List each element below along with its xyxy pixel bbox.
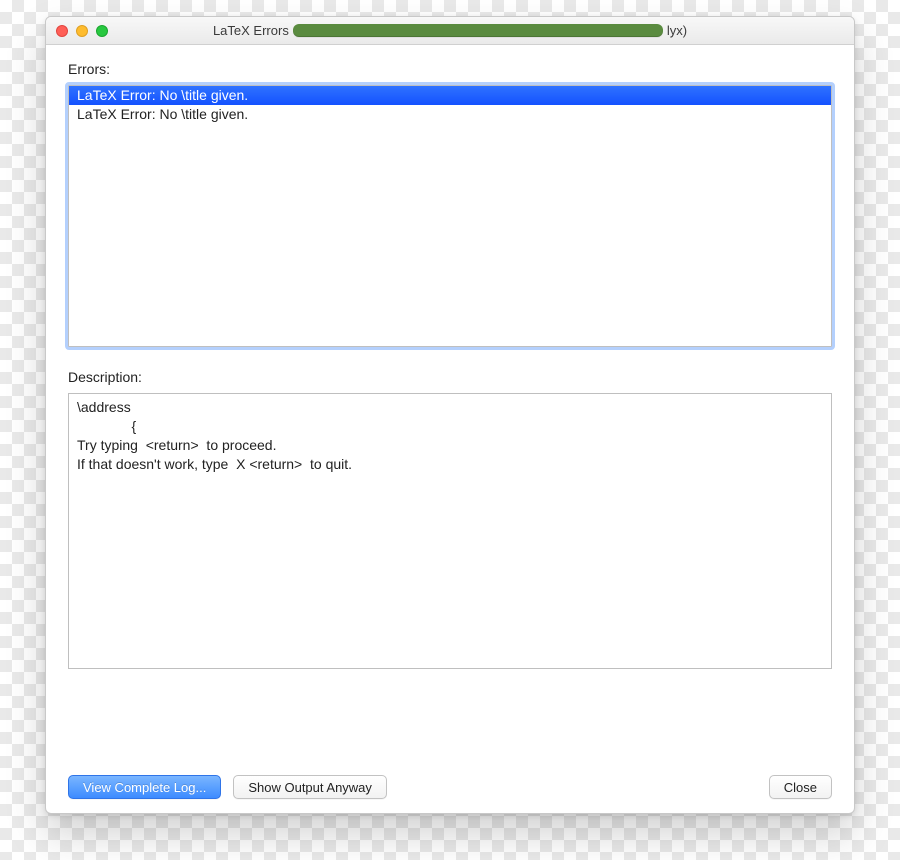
errors-listbox[interactable]: LaTeX Error: No \title given.LaTeX Error… (68, 85, 832, 347)
window-controls (46, 25, 108, 37)
spacer (68, 355, 832, 361)
error-list-item[interactable]: LaTeX Error: No \title given. (69, 86, 831, 105)
dialog-body: Errors: LaTeX Error: No \title given.LaT… (46, 45, 854, 813)
close-button[interactable]: Close (769, 775, 832, 799)
button-row: View Complete Log... Show Output Anyway … (68, 767, 832, 799)
titlebar: LaTeX Errors lyx) (46, 17, 854, 45)
window-title: LaTeX Errors lyx) (46, 23, 854, 38)
title-suffix: lyx) (667, 23, 687, 38)
title-prefix: LaTeX Errors (213, 23, 289, 38)
close-window-button[interactable] (56, 25, 68, 37)
description-label: Description: (68, 369, 832, 385)
view-complete-log-button[interactable]: View Complete Log... (68, 775, 221, 799)
errors-label: Errors: (68, 61, 832, 77)
title-redacted (293, 24, 663, 37)
zoom-window-button[interactable] (96, 25, 108, 37)
show-output-anyway-button[interactable]: Show Output Anyway (233, 775, 387, 799)
minimize-window-button[interactable] (76, 25, 88, 37)
description-textview[interactable]: \address { Try typing <return> to procee… (68, 393, 832, 669)
dialog-window: LaTeX Errors lyx) Errors: LaTeX Error: N… (45, 16, 855, 814)
error-list-item[interactable]: LaTeX Error: No \title given. (69, 105, 831, 124)
